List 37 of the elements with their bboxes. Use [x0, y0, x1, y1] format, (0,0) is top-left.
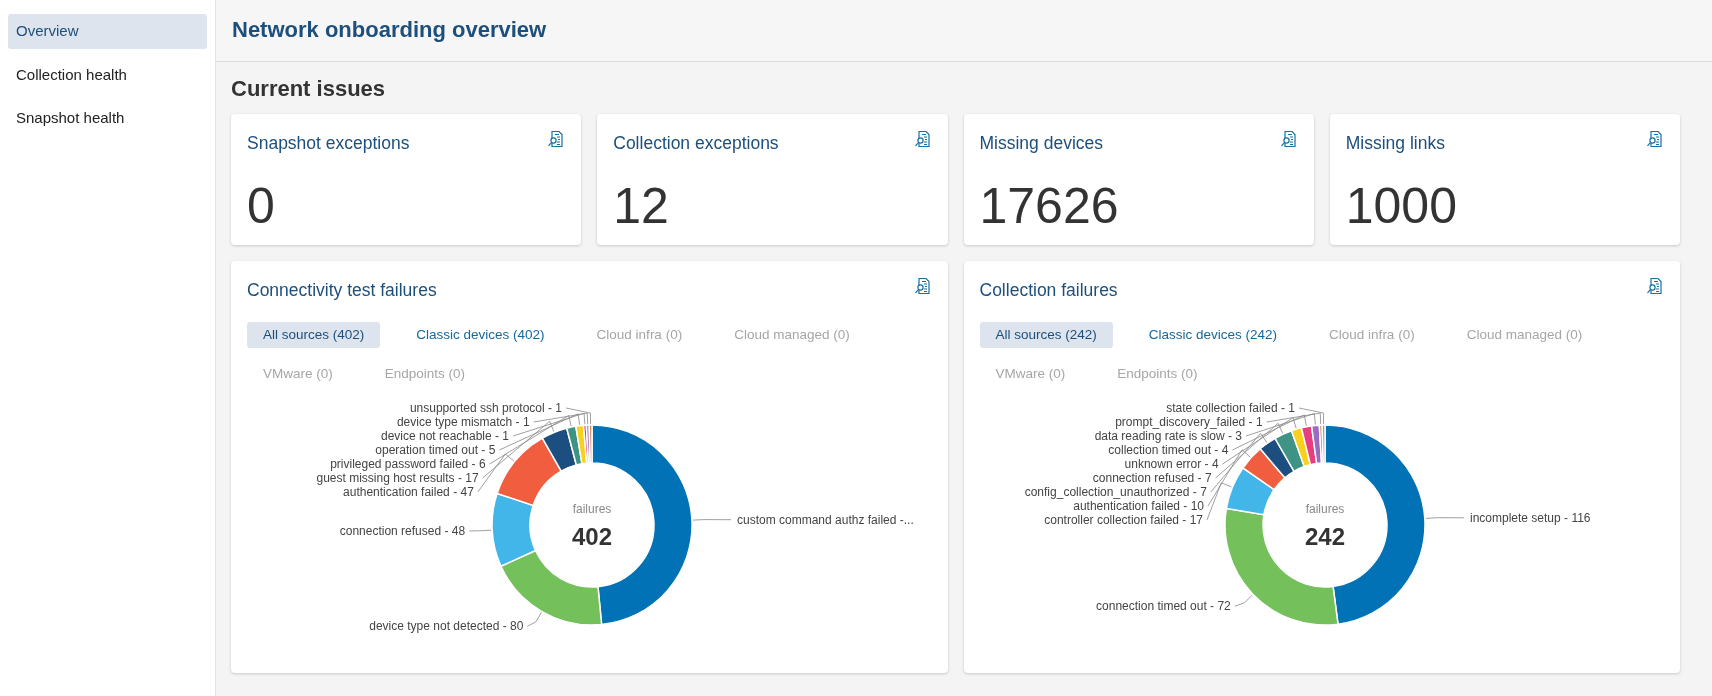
slice-label: incomplete setup - 116 [1469, 510, 1590, 525]
slice-label: controller collection failed - 17 [1043, 513, 1203, 528]
card-title: Missing devices [979, 132, 1104, 156]
section-title: Current issues [231, 76, 387, 103]
card-title: Collection exceptions [613, 132, 779, 156]
slice-label: collection timed out - 4 [1107, 443, 1228, 458]
slice-label: device type not detected - 80 [369, 619, 524, 634]
stat-value: 1000 [1345, 180, 1458, 231]
slice-label: device not reachable - 1 [380, 429, 510, 444]
slice-label: custom command authz failed -... [737, 512, 914, 527]
total-count: 242 [1304, 523, 1345, 551]
slice-label: config_collection_unauthorized - 7 [1024, 485, 1207, 500]
slice-label: authentication failed - 47 [343, 485, 474, 500]
slice-label: privileged password failed - 6 [330, 457, 486, 472]
slice-label: unknown error - 4 [1124, 457, 1219, 472]
total-count: 402 [572, 523, 612, 551]
slice-label: unsupported ssh protocol - 1 [409, 401, 562, 416]
center-caption: failures [1305, 502, 1344, 517]
slice-label: state collection failed - 1 [1165, 401, 1295, 416]
card-title: Collection failures [979, 279, 1118, 303]
slice-label: prompt_discovery_failed - 1 [1114, 415, 1263, 430]
page-title: Network onboarding overview [232, 17, 547, 44]
slice-label: device type mismatch - 1 [396, 415, 530, 430]
slice-label: data reading rate is slow - 3 [1094, 429, 1242, 444]
slice-label: connection refused - 48 [339, 524, 466, 539]
center-caption: failures [572, 502, 612, 517]
stat-value: 17626 [979, 180, 1120, 231]
slice-label: connection refused - 7 [1092, 471, 1212, 486]
card-title: Snapshot exceptions [247, 132, 410, 156]
slice-label: connection timed out - 72 [1095, 599, 1231, 614]
stat-value: 0 [247, 180, 276, 231]
slice-label: authentication failed - 10 [1072, 499, 1204, 514]
slice-label: guest missing host results - 17 [316, 471, 479, 486]
stat-value: 12 [613, 180, 670, 231]
slice-label: operation timed out - 5 [375, 443, 496, 458]
card-title: Connectivity test failures [247, 279, 437, 303]
card-title: Missing links [1345, 132, 1445, 156]
